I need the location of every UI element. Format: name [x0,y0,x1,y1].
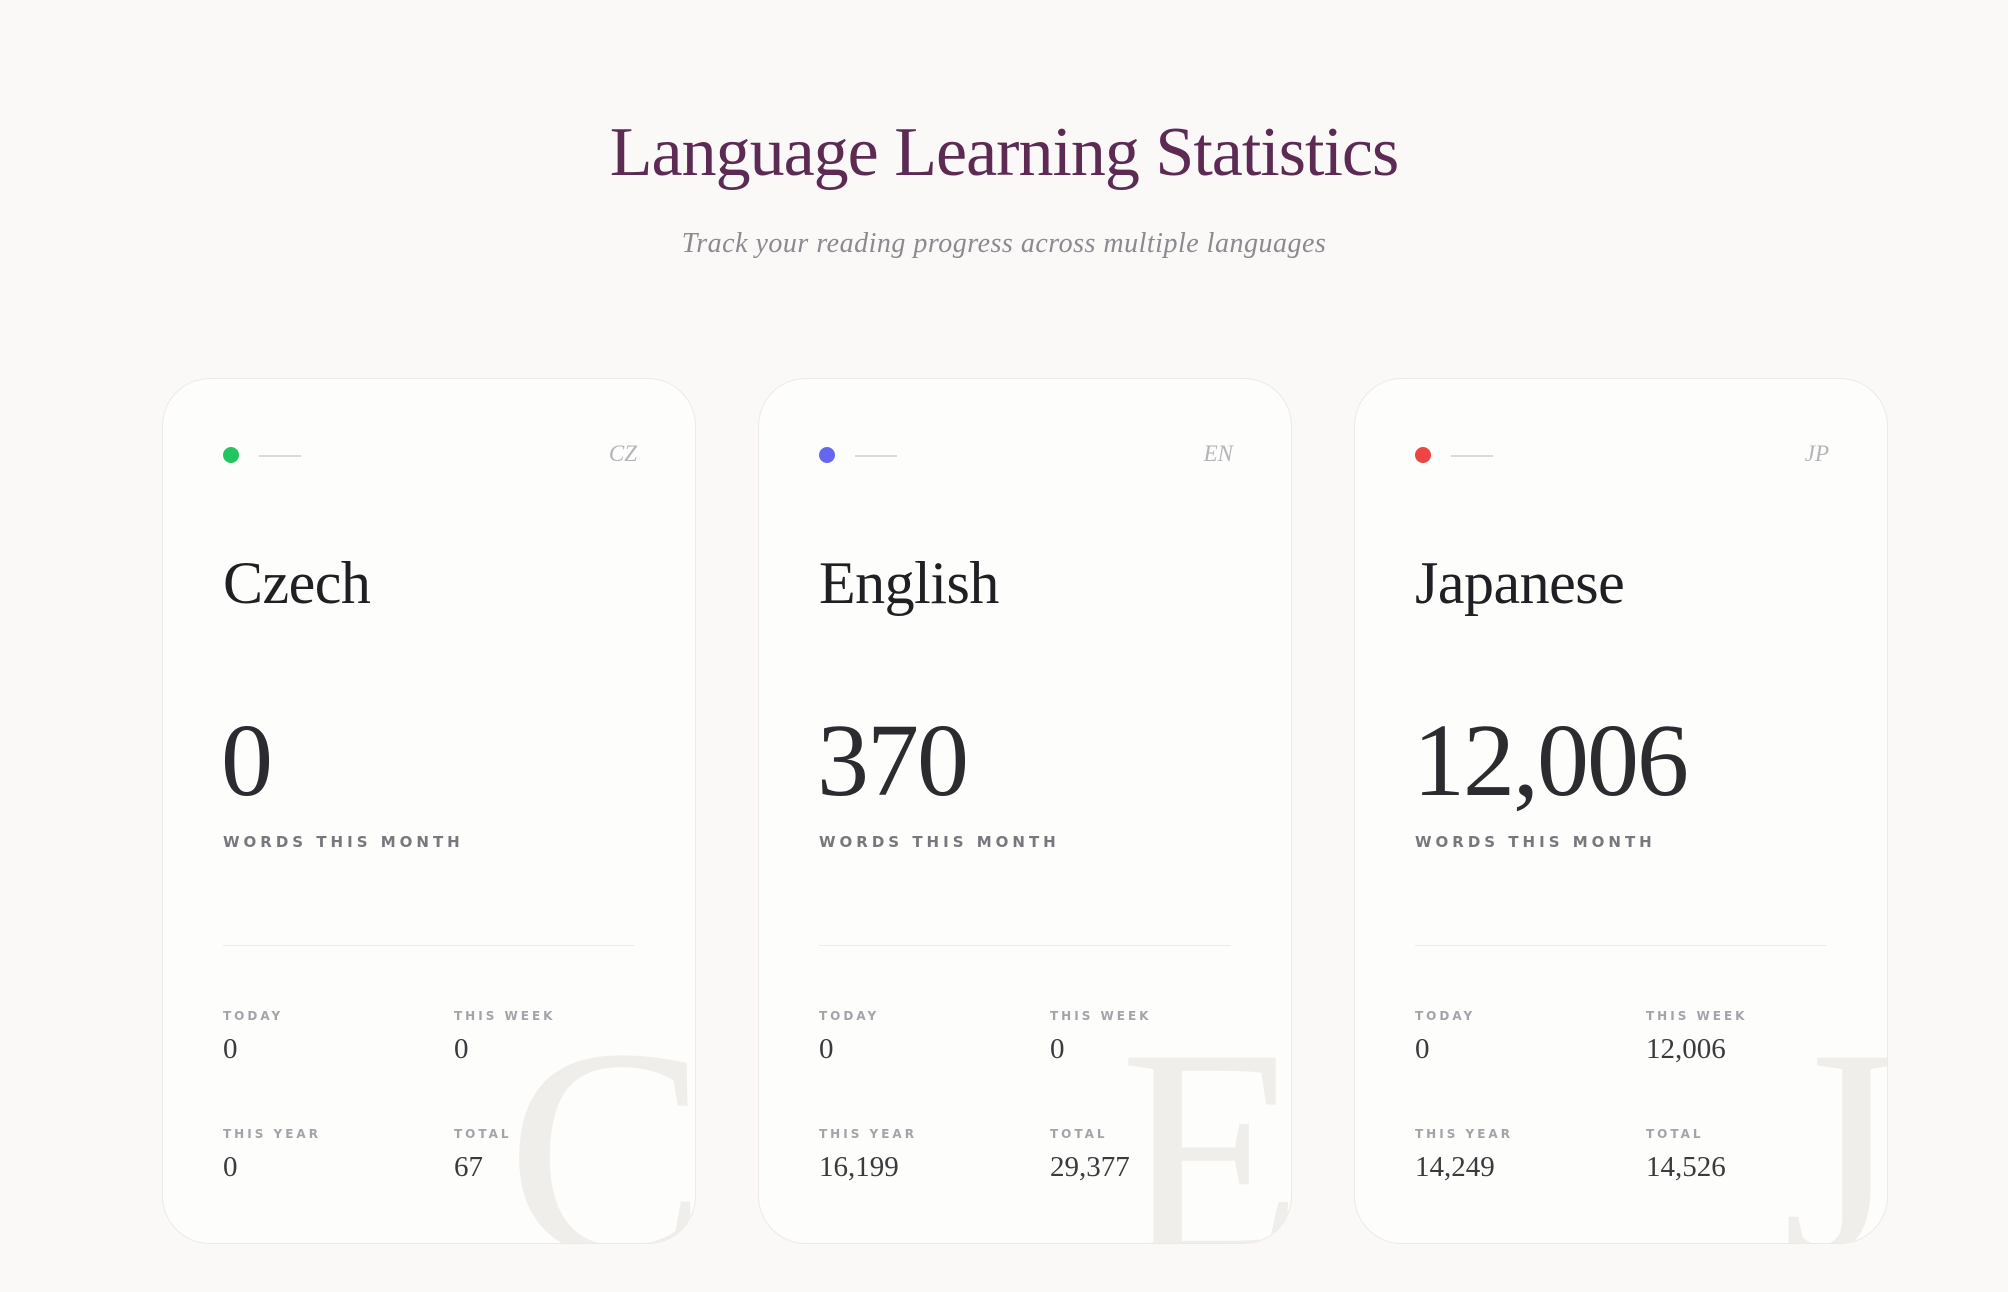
stat-this-week: THIS WEEK 0 [1050,1009,1151,1066]
stat-this-week-label: THIS WEEK [1050,1009,1152,1023]
page-title: Language Learning Statistics [609,114,1399,191]
language-card-czech[interactable]: C CZ Czech 0 WORDS THIS MONTH TODAY 0 TH… [162,378,696,1244]
words-this-month-label: WORDS THIS MONTH [223,833,464,851]
card-top-bar: JP [1415,441,1829,467]
card-top-bar: CZ [223,441,637,467]
stat-total-value: 67 [454,1151,483,1183]
stat-this-year-value: 14,249 [1415,1151,1495,1183]
stat-this-week-value: 0 [1050,1033,1065,1065]
stat-this-year: THIS YEAR 16,199 [819,1127,917,1184]
stat-today-label: TODAY [819,1009,880,1023]
language-code: EN [1203,441,1233,466]
status-dot-icon [1415,447,1431,463]
language-name: English [819,550,999,616]
words-this-month-value: 0 [221,703,273,818]
stat-this-year-label: THIS YEAR [819,1127,917,1141]
words-this-month-label: WORDS THIS MONTH [1415,833,1656,851]
stat-this-week-label: THIS WEEK [1646,1009,1748,1023]
status-dot-icon [819,447,835,463]
stat-this-year-value: 16,199 [819,1151,899,1183]
card-divider [223,945,635,946]
card-watermark-letter: J [1782,987,1888,1244]
status-dot-icon [223,447,239,463]
stat-this-week-value: 12,006 [1646,1033,1726,1065]
stat-this-week: THIS WEEK 0 [454,1009,555,1066]
stat-total-label: TOTAL [454,1127,512,1141]
dash-divider [259,455,301,457]
language-card-japanese[interactable]: J JP Japanese 12,006 WORDS THIS MONTH TO… [1354,378,1888,1244]
words-this-month-value: 370 [817,703,969,818]
language-card-english[interactable]: E EN English 370 WORDS THIS MONTH TODAY … [758,378,1292,1244]
card-top-bar: EN [819,441,1233,467]
stat-today-value: 0 [1415,1033,1430,1065]
stat-this-year: THIS YEAR 0 [223,1127,321,1184]
language-name: Japanese [1415,550,1625,616]
stat-total: TOTAL 14,526 [1646,1127,1726,1184]
stat-today-label: TODAY [223,1009,284,1023]
stat-today-label: TODAY [1415,1009,1476,1023]
dash-divider [1451,455,1493,457]
stat-today-value: 0 [223,1033,238,1065]
stat-total: TOTAL 29,377 [1050,1127,1130,1184]
stat-this-year: THIS YEAR 14,249 [1415,1127,1513,1184]
language-code: CZ [608,441,637,466]
words-this-month-value: 12,006 [1413,703,1689,818]
stat-this-year-value: 0 [223,1151,238,1183]
dash-divider [855,455,897,457]
stat-total: TOTAL 67 [454,1127,512,1184]
language-code: JP [1804,441,1829,466]
words-this-month-label: WORDS THIS MONTH [819,833,1060,851]
stat-today: TODAY 0 [1415,1009,1475,1066]
stat-this-week-label: THIS WEEK [454,1009,556,1023]
card-divider [819,945,1231,946]
stat-this-year-label: THIS YEAR [1415,1127,1513,1141]
language-name: Czech [223,550,371,616]
card-divider [1415,945,1827,946]
stat-today: TODAY 0 [819,1009,879,1066]
page-subtitle: Track your reading progress across multi… [681,228,1327,259]
stat-this-week-value: 0 [454,1033,469,1065]
stat-total-label: TOTAL [1050,1127,1108,1141]
page-header: Language Learning Statistics Track your … [0,112,2008,260]
stat-total-value: 14,526 [1646,1151,1726,1183]
stat-today-value: 0 [819,1033,834,1065]
stat-this-week: THIS WEEK 12,006 [1646,1009,1747,1066]
stat-total-label: TOTAL [1646,1127,1704,1141]
stat-this-year-label: THIS YEAR [223,1127,321,1141]
language-cards: C CZ Czech 0 WORDS THIS MONTH TODAY 0 TH… [162,378,1888,1244]
stat-total-value: 29,377 [1050,1151,1130,1183]
stat-today: TODAY 0 [223,1009,283,1066]
